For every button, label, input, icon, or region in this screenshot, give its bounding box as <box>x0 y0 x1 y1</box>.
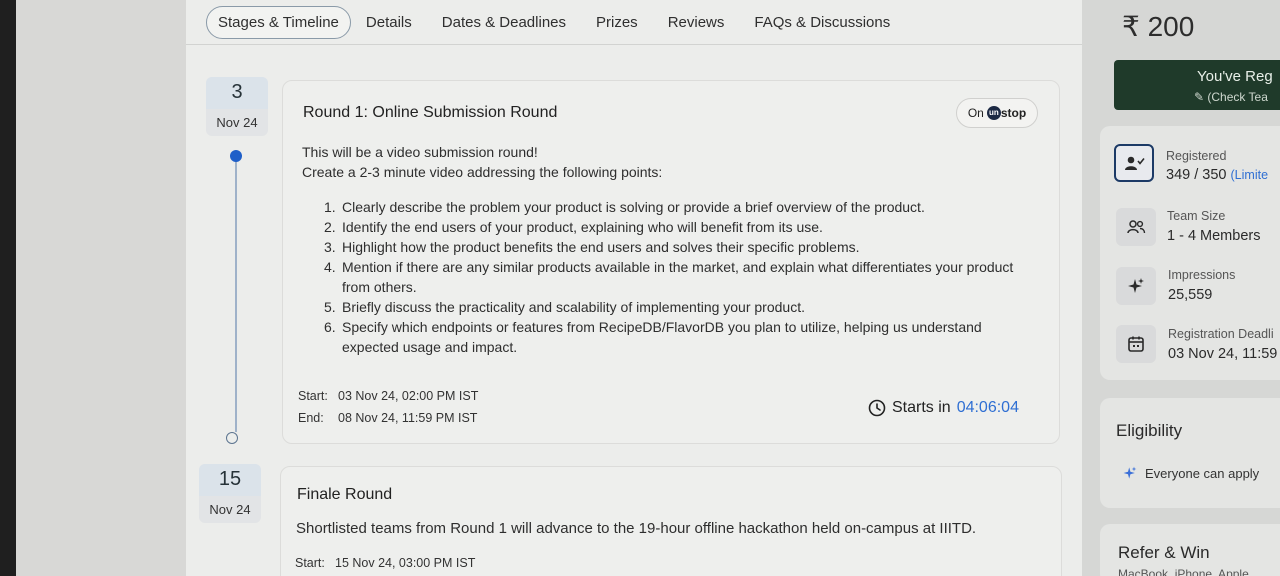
team-icon <box>1116 208 1156 246</box>
refer-subtitle: MacBook, iPhone, Apple <box>1118 567 1249 576</box>
clock-icon <box>868 399 886 417</box>
check-team-link[interactable]: ✎ (Check Tea <box>1194 90 1268 104</box>
round1-date-day: 3 <box>206 77 268 109</box>
tab-stages-timeline[interactable]: Stages & Timeline <box>206 5 351 39</box>
registration-deadline-label: Registration Deadli <box>1168 327 1274 341</box>
refer-title: Refer & Win <box>1118 543 1210 562</box>
platform-badge[interactable]: On un stop <box>956 98 1038 128</box>
list-item: 3. Highlight how the product benefits the… <box>324 239 860 255</box>
platform-prefix: On <box>967 106 984 120</box>
list-item: 1. Clearly describe the problem your prod… <box>324 199 925 215</box>
impressions-label: Impressions <box>1168 268 1236 282</box>
team-size-label: Team Size <box>1167 209 1226 223</box>
finale-start: Start: 15 Nov 24, 03:00 PM IST <box>295 556 476 570</box>
registration-deadline-value: 03 Nov 24, 11:59 <box>1168 346 1278 362</box>
timeline-line <box>235 160 237 432</box>
tab-reviews[interactable]: Reviews <box>653 6 740 39</box>
tab-divider <box>186 44 1082 45</box>
tab-prizes[interactable]: Prizes <box>581 6 653 39</box>
round1-desc-line1: This will be a video submission round! <box>302 144 538 160</box>
countdown-timer: 04:06:04 <box>956 399 1019 416</box>
registered-value: 349 / 350 (Limite <box>1166 167 1269 183</box>
registered-button-label: You've Reg <box>1197 68 1273 85</box>
impressions-value: 25,559 <box>1168 287 1213 303</box>
tab-bar: Stages & Timeline Details Dates & Deadli… <box>206 2 905 42</box>
sparkle-icon <box>1116 267 1156 305</box>
registered-label: Registered <box>1166 149 1227 163</box>
unstop-logo-icon: un <box>986 106 1001 120</box>
eligibility-item: Everyone can apply <box>1122 465 1259 481</box>
finale-desc: Shortlisted teams from Round 1 will adva… <box>296 520 977 537</box>
eligibility-text: Everyone can apply <box>1145 465 1260 481</box>
tab-details[interactable]: Details <box>351 6 427 39</box>
finale-date-month: Nov 24 <box>209 502 251 517</box>
round1-points-list: 1. Clearly describe the problem your prod… <box>324 197 1044 357</box>
eligibility-card <box>1100 398 1280 508</box>
price: ₹ 200 <box>1122 11 1195 42</box>
round1-desc-line2: Create a 2-3 minute video addressing the… <box>302 164 663 180</box>
timeline-end-dot <box>226 432 238 444</box>
platform-name: stop <box>1000 106 1027 120</box>
tab-faqs-discussions[interactable]: FAQs & Discussions <box>739 6 905 39</box>
finale-date-day: 15 <box>199 464 261 496</box>
timeline-active-dot <box>230 150 242 162</box>
team-size-value: 1 - 4 Members <box>1167 228 1261 244</box>
round1-title: Round 1: Online Submission Round <box>303 104 558 121</box>
list-item: 6. Specify which endpoints or features fr… <box>324 319 982 355</box>
finale-date-box: 15 Nov 24 <box>199 464 261 523</box>
list-item: 4. Mention if there are any similar produ… <box>324 259 1014 295</box>
round1-date-box: 3 Nov 24 <box>206 77 268 136</box>
finale-title: Finale Round <box>297 486 393 503</box>
window-edge <box>0 0 16 576</box>
calendar-icon <box>1116 325 1156 363</box>
eligibility-title: Eligibility <box>1116 421 1183 440</box>
round1-date-month: Nov 24 <box>216 115 258 130</box>
round1-end: End: 08 Nov 24, 11:59 PM IST <box>298 411 478 425</box>
round1-countdown: Starts in 04:06:04 <box>868 399 1019 417</box>
starts-in-label: Starts in <box>892 399 951 416</box>
sparkle-icon <box>1123 466 1137 479</box>
user-check-icon <box>1114 144 1154 182</box>
round1-start: Start: 03 Nov 24, 02:00 PM IST <box>298 389 479 403</box>
registered-button[interactable]: You've Reg ✎ (Check Tea <box>1114 60 1280 110</box>
tab-dates-deadlines[interactable]: Dates & Deadlines <box>427 6 581 39</box>
list-item: 2. Identify the end users of your product… <box>324 219 823 235</box>
list-item: 5. Briefly discuss the practicality and s… <box>324 299 805 315</box>
